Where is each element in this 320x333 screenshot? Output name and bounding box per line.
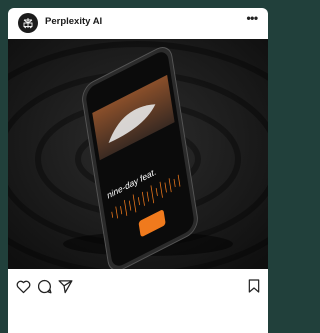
action-bar xyxy=(8,276,268,302)
avatar[interactable] xyxy=(18,13,38,33)
comment-button[interactable] xyxy=(34,276,54,296)
more-horizontal-icon: ••• xyxy=(246,11,258,25)
account-name[interactable]: Perplexity AI xyxy=(45,16,102,27)
post-header: Perplexity AI ••• xyxy=(8,8,268,38)
share-button[interactable] xyxy=(55,276,75,296)
save-button[interactable] xyxy=(244,276,264,296)
like-button[interactable] xyxy=(13,276,33,296)
send-icon xyxy=(57,279,73,293)
bookmark-icon xyxy=(248,279,260,293)
more-options-button[interactable]: ••• xyxy=(242,10,262,30)
post-card: Perplexity AI ••• nine-day feat. xyxy=(8,8,268,333)
heart-icon xyxy=(16,280,30,293)
comment-icon xyxy=(37,279,52,293)
perplexity-logo-icon xyxy=(23,18,33,29)
post-image[interactable]: nine-day feat. xyxy=(8,39,268,269)
